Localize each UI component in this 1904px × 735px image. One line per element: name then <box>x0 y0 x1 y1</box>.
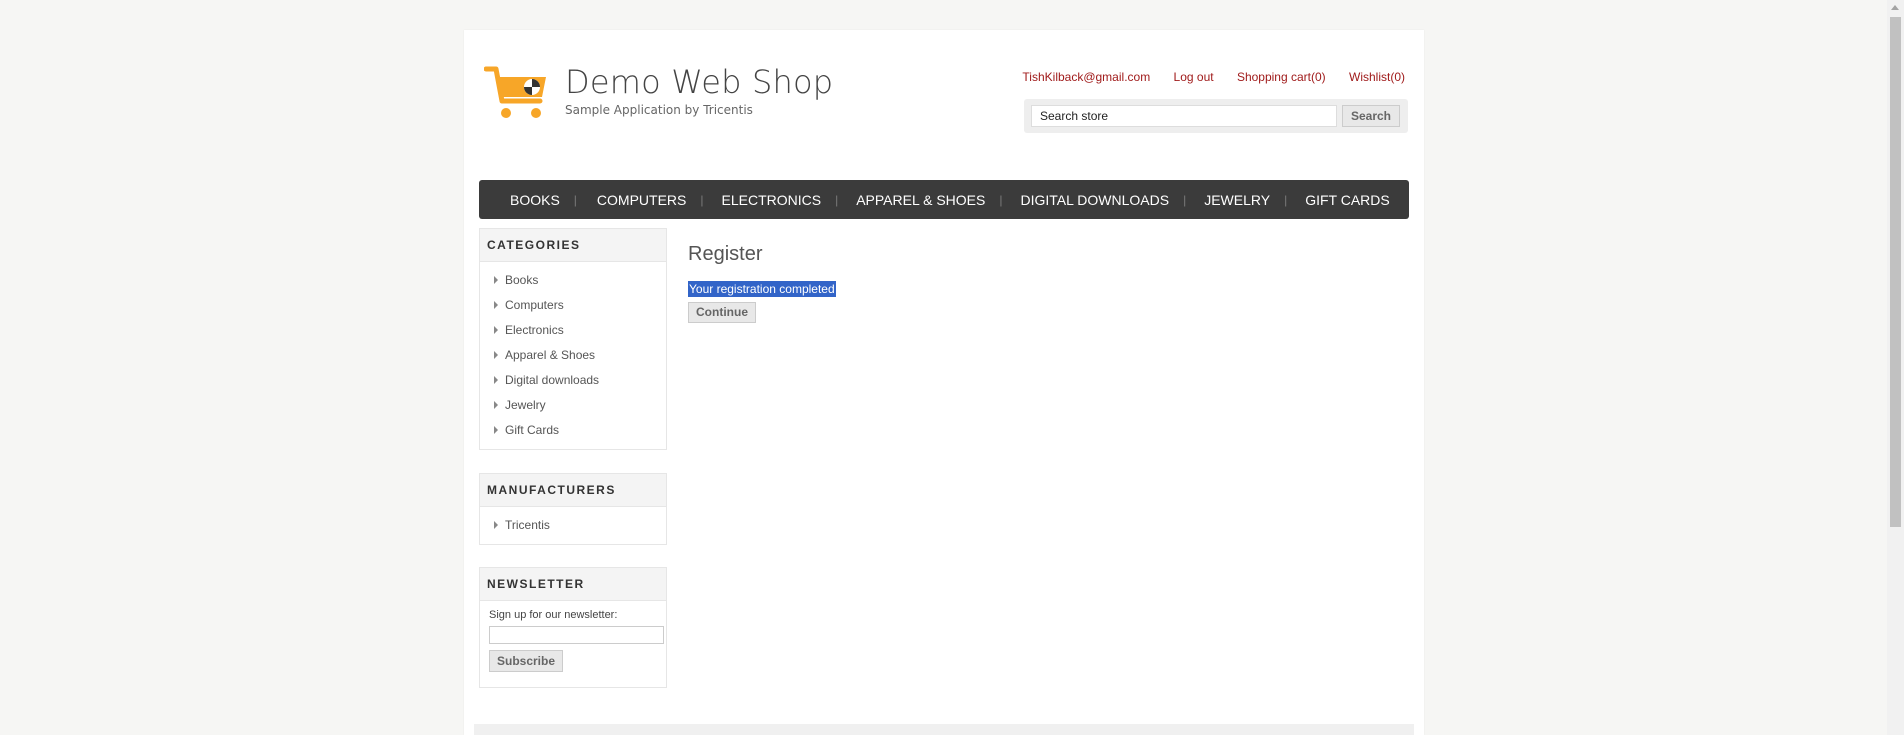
arrow-right-icon <box>494 375 498 384</box>
arrow-right-icon <box>494 400 498 409</box>
newsletter-block: NEWSLETTER Sign up for our newsletter: S… <box>479 567 667 688</box>
registration-result-text: Your registration completed <box>688 281 836 297</box>
subscribe-button[interactable]: Subscribe <box>489 650 563 672</box>
site-title[interactable]: Demo Web Shop <box>565 63 833 101</box>
top-menu: BOOKS | COMPUTERS | ELECTRONICS | APPARE… <box>479 180 1409 219</box>
logout-link[interactable]: Log out <box>1174 70 1214 84</box>
site-subtitle: Sample Application by Tricentis <box>565 103 753 117</box>
arrow-right-icon <box>494 300 498 309</box>
arrow-right-icon <box>494 350 498 359</box>
newsletter-label: Sign up for our newsletter: <box>489 609 618 621</box>
newsletter-title: NEWSLETTER <box>480 568 666 601</box>
wishlist-link[interactable]: Wishlist(0) <box>1349 70 1405 84</box>
category-item-gift-cards[interactable]: Gift Cards <box>494 418 666 443</box>
search-input[interactable] <box>1031 105 1337 127</box>
page-title: Register <box>688 243 763 265</box>
top-menu-jewelry[interactable]: JEWELRY <box>1186 192 1270 208</box>
page-container: Demo Web Shop Sample Application by Tric… <box>464 30 1424 735</box>
shopping-cart-icon[interactable] <box>483 65 550 123</box>
top-menu-books[interactable]: BOOKS <box>479 192 560 208</box>
top-menu-electronics[interactable]: ELECTRONICS <box>704 192 822 208</box>
arrow-right-icon <box>494 425 498 434</box>
categories-title: CATEGORIES <box>480 229 666 262</box>
search-box: Search <box>1024 99 1408 133</box>
account-link[interactable]: TishKilback@gmail.com <box>1022 70 1150 84</box>
top-menu-computers[interactable]: COMPUTERS <box>577 192 686 208</box>
category-item-apparel-shoes[interactable]: Apparel & Shoes <box>494 343 666 368</box>
top-menu-gift-cards[interactable]: GIFT CARDS <box>1287 192 1390 208</box>
categories-block: CATEGORIES Books Computers Electronics A… <box>479 228 667 450</box>
scroll-up-icon[interactable] <box>1891 5 1899 10</box>
scrollbar-thumb[interactable] <box>1890 17 1901 527</box>
manufacturers-title: MANUFACTURERS <box>480 474 666 507</box>
search-button[interactable]: Search <box>1342 105 1400 127</box>
manufacturer-item-tricentis[interactable]: Tricentis <box>494 513 666 538</box>
newsletter-email-input[interactable] <box>489 626 664 644</box>
vertical-scrollbar[interactable] <box>1887 0 1904 735</box>
category-item-electronics[interactable]: Electronics <box>494 318 666 343</box>
footer <box>474 724 1414 735</box>
continue-button[interactable]: Continue <box>688 302 756 323</box>
header-links: TishKilback@gmail.com Log out Shopping c… <box>1002 70 1405 84</box>
category-item-computers[interactable]: Computers <box>494 293 666 318</box>
category-item-jewelry[interactable]: Jewelry <box>494 393 666 418</box>
arrow-right-icon <box>494 275 498 284</box>
category-item-books[interactable]: Books <box>494 268 666 293</box>
arrow-right-icon <box>494 520 498 529</box>
arrow-right-icon <box>494 325 498 334</box>
category-item-digital-downloads[interactable]: Digital downloads <box>494 368 666 393</box>
top-menu-digital-downloads[interactable]: DIGITAL DOWNLOADS <box>1003 192 1170 208</box>
manufacturers-block: MANUFACTURERS Tricentis <box>479 473 667 545</box>
top-menu-apparel-shoes[interactable]: APPAREL & SHOES <box>838 192 985 208</box>
shopping-cart-link[interactable]: Shopping cart(0) <box>1237 70 1326 84</box>
